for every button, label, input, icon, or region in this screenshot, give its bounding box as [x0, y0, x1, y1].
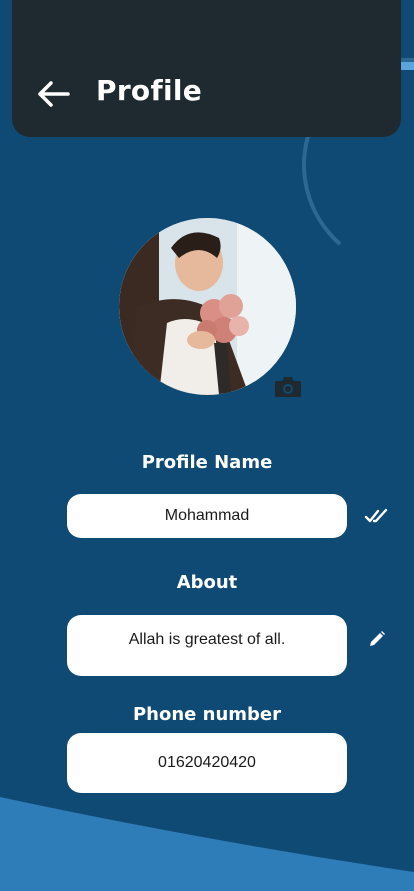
phone-number-field[interactable]: 01620420420: [67, 733, 347, 793]
avatar[interactable]: [119, 218, 296, 395]
profile-name-field[interactable]: Mohammad: [67, 494, 347, 538]
double-check-icon: [364, 508, 388, 523]
phone-number-label: Phone number: [132, 704, 282, 725]
avatar-photo: [119, 218, 296, 395]
camera-icon: [275, 377, 301, 397]
app-header: [12, 0, 401, 137]
about-field[interactable]: Allah is greatest of all.: [67, 615, 347, 676]
pencil-icon: [370, 631, 385, 646]
change-photo-button[interactable]: [273, 374, 303, 400]
back-button[interactable]: [36, 76, 72, 112]
page-title: Profile: [96, 74, 203, 107]
profile-name-value: Mohammad: [164, 507, 250, 524]
phone-number-value: 01620420420: [158, 754, 256, 771]
about-value: Allah is greatest of all.: [128, 631, 286, 648]
about-label: About: [176, 572, 238, 593]
arrow-left-icon: [38, 81, 70, 107]
edit-about-button[interactable]: [368, 630, 386, 652]
confirm-name-button[interactable]: [364, 507, 390, 529]
profile-name-label: Profile Name: [141, 452, 273, 473]
